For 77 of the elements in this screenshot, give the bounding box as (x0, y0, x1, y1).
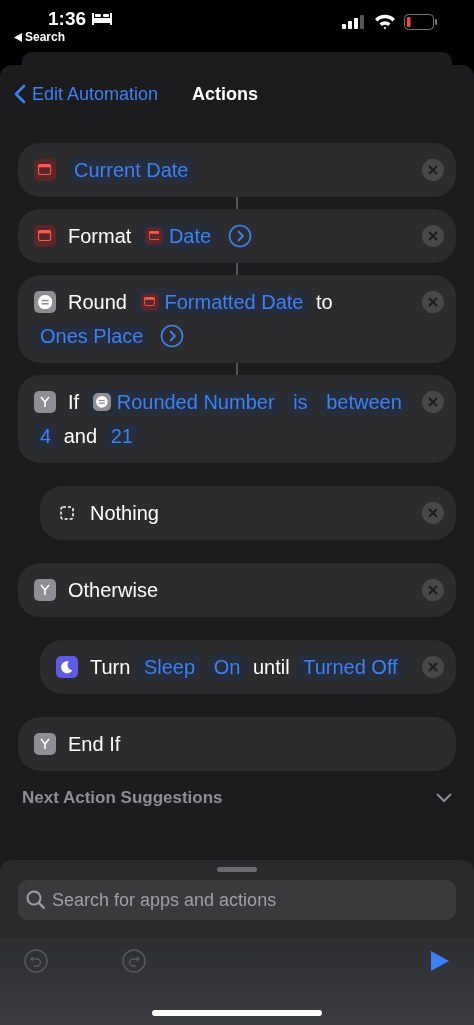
search-field[interactable]: Search for apps and actions (18, 880, 456, 920)
battery-icon (404, 14, 438, 30)
undo-button[interactable] (24, 949, 48, 973)
back-to-app-link[interactable]: Search (25, 30, 66, 44)
remove-button[interactable] (422, 656, 444, 678)
close-icon (428, 165, 438, 175)
chevron-down-icon[interactable] (436, 793, 452, 803)
calendar-icon (140, 292, 159, 311)
action-card[interactable]: Turn Sleep On until Turned Off (40, 640, 456, 694)
action-label: Turn (90, 656, 131, 678)
screen-title: Actions (192, 83, 259, 105)
variable-token[interactable]: Ones Place (34, 323, 150, 349)
chevron-circle-icon[interactable] (159, 323, 184, 348)
equals-icon (92, 392, 111, 411)
clock-time: 1:36 (48, 8, 87, 30)
action-card[interactable]: End If (18, 717, 456, 771)
action-label: to (316, 291, 333, 313)
action-card[interactable]: Nothing (40, 486, 456, 540)
variable-token[interactable]: Rounded Number (86, 389, 281, 415)
action-label: Otherwise (68, 579, 159, 601)
action-card[interactable]: Round Formatted Date to Ones Place (18, 275, 456, 363)
drag-handle[interactable] (217, 867, 257, 872)
search-icon (26, 890, 46, 910)
variable-token[interactable]: is (287, 389, 314, 415)
variable-token[interactable]: 21 (104, 423, 139, 449)
remove-button[interactable] (422, 502, 444, 524)
action-label: End If (68, 733, 121, 755)
connector-line (236, 197, 238, 209)
run-button[interactable] (430, 950, 450, 972)
variable-token[interactable]: Turned Off (297, 654, 404, 680)
connector-line (236, 263, 238, 275)
branch-icon (34, 578, 56, 601)
close-icon (428, 662, 438, 672)
chevron-circle-icon[interactable] (227, 223, 252, 248)
variable-token[interactable]: between (320, 389, 408, 415)
chevron-left-icon (14, 84, 26, 104)
variable-token[interactable]: Formatted Date (134, 289, 310, 315)
remove-button[interactable] (422, 225, 444, 247)
calendar-icon (34, 224, 56, 247)
calendar-icon (34, 158, 56, 181)
close-icon (428, 508, 438, 518)
redo-button[interactable] (122, 949, 146, 973)
close-icon (428, 397, 438, 407)
equals-icon (34, 290, 56, 313)
remove-button[interactable] (422, 391, 444, 413)
action-card[interactable]: Format Date (18, 209, 456, 263)
action-card[interactable]: If Rounded Number is between 4 and 21 (18, 375, 456, 463)
remove-button[interactable] (422, 291, 444, 313)
section-heading: Next Action Suggestions (22, 788, 223, 808)
action-label: Format (68, 225, 132, 247)
remove-button[interactable] (422, 579, 444, 601)
close-icon (428, 231, 438, 241)
close-icon (428, 297, 438, 307)
action-label: Nothing (90, 502, 159, 524)
branch-icon (34, 390, 56, 413)
action-card[interactable]: Otherwise (18, 563, 456, 617)
action-label: until (252, 656, 290, 678)
calendar-icon (144, 226, 163, 245)
action-label: If (68, 391, 80, 413)
back-link[interactable]: Edit Automation (14, 83, 159, 105)
bed-icon (92, 13, 113, 25)
variable-token[interactable]: Date (138, 223, 218, 249)
remove-button[interactable] (422, 159, 444, 181)
variable-token[interactable]: 4 (34, 423, 58, 449)
connector-line (236, 363, 238, 375)
variable-token[interactable]: Current Date (68, 157, 195, 183)
variable-token[interactable]: Sleep (137, 654, 202, 680)
action-label: Round (68, 291, 127, 313)
back-triangle-icon[interactable] (14, 32, 22, 42)
wifi-icon (374, 14, 396, 30)
close-icon (428, 585, 438, 595)
moon-icon (56, 655, 78, 678)
variable-token[interactable]: On (207, 654, 247, 680)
action-label: and (63, 425, 98, 447)
branch-icon (34, 732, 56, 755)
action-card[interactable]: Current Date (18, 143, 456, 197)
signal-icon (342, 15, 366, 29)
